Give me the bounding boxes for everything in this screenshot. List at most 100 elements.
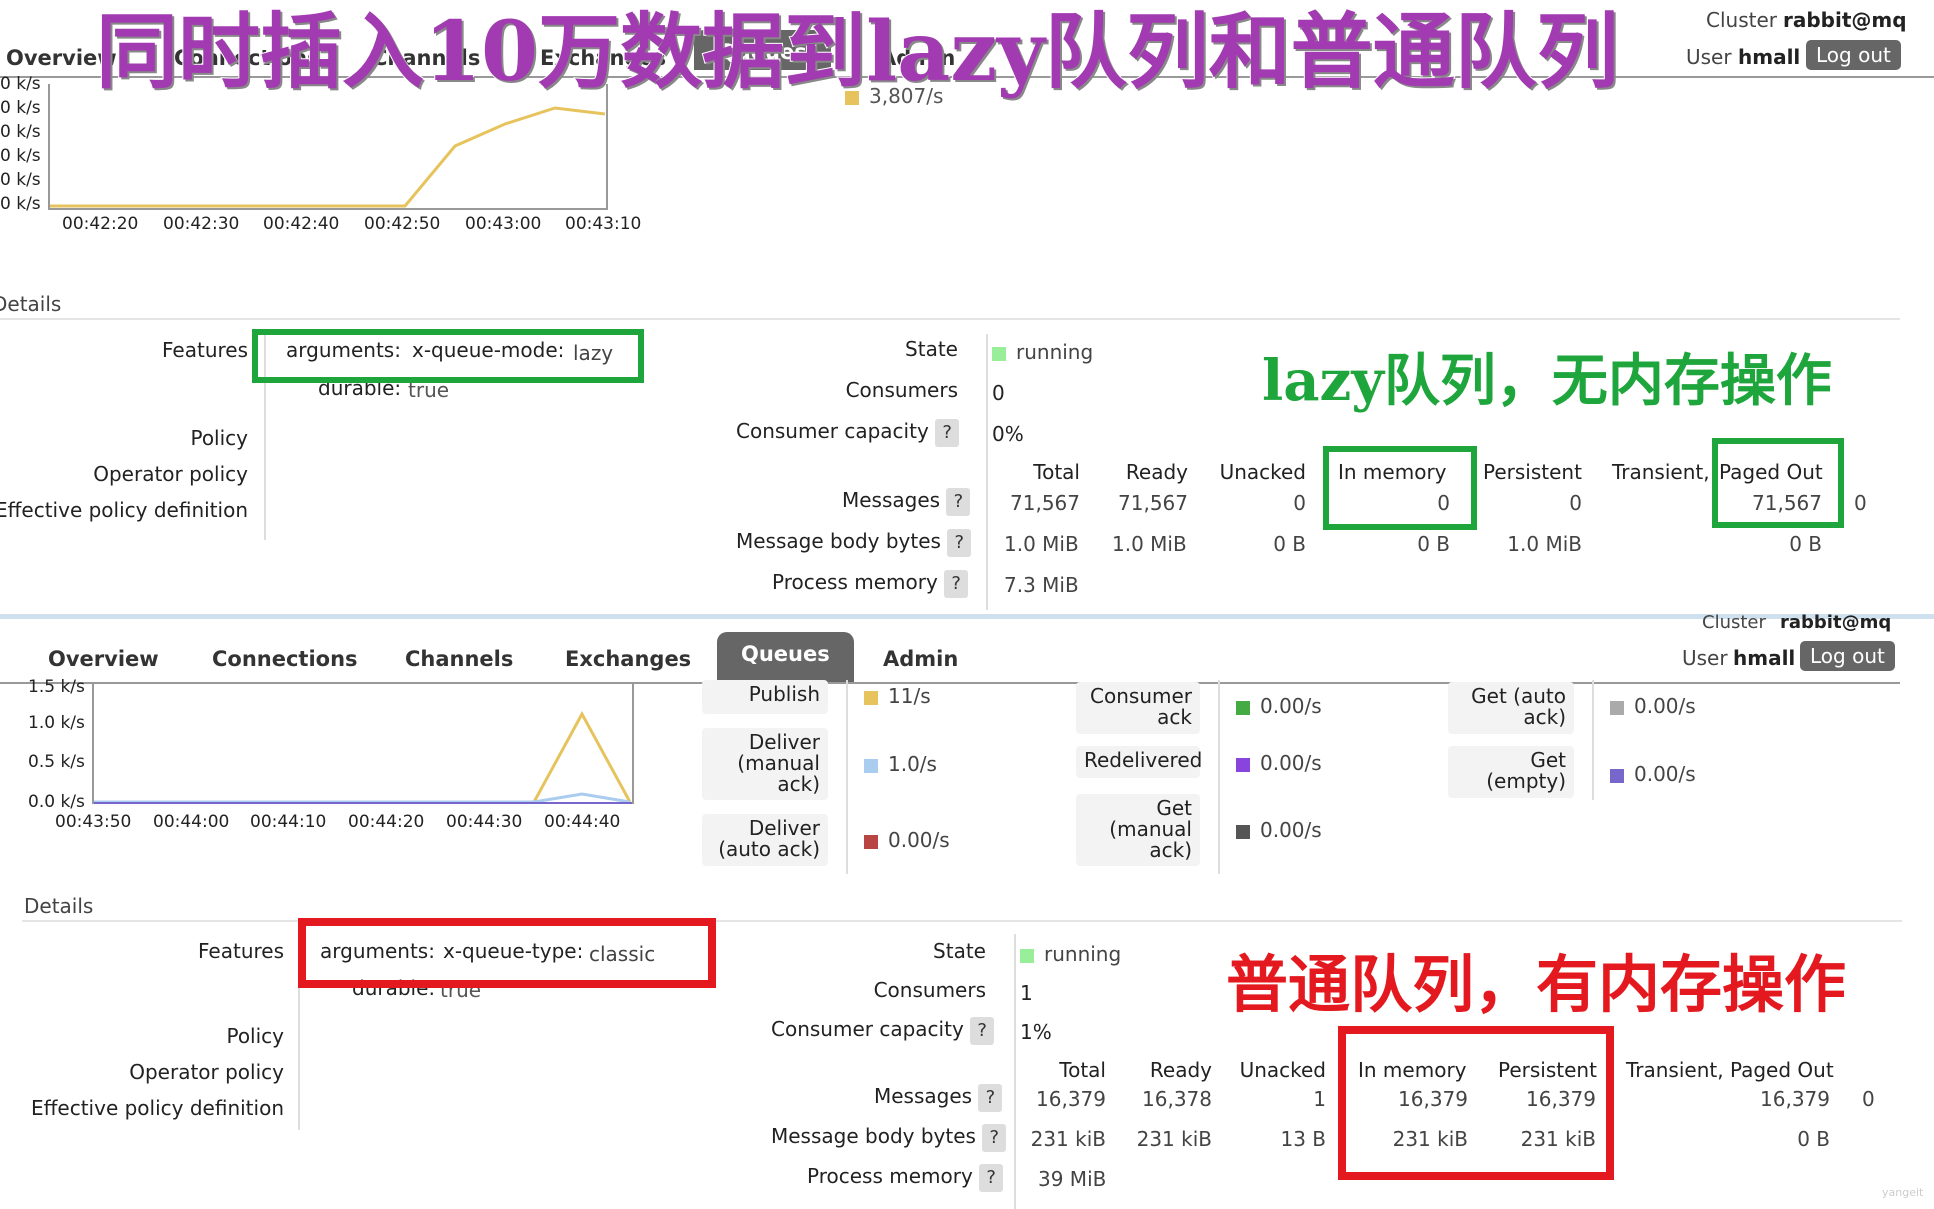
- details-heading: Details: [24, 894, 94, 918]
- x-tick: 00:43:50: [55, 812, 132, 832]
- logout-button[interactable]: Log out: [1800, 641, 1895, 671]
- state-value: running: [992, 340, 1093, 364]
- help-icon[interactable]: ?: [947, 529, 972, 557]
- msg-unacked: 0: [1293, 491, 1306, 515]
- capacity-label: Consumer capacity ?: [736, 419, 960, 447]
- msg-unacked: 1: [1313, 1087, 1326, 1111]
- y-tick: 1.0 k/s: [28, 713, 85, 733]
- memory-persistent-highlight: [1338, 1026, 1614, 1180]
- y-tick: 0 k/s: [0, 74, 41, 94]
- rate-deliver-auto-value: 0.00/s: [864, 828, 950, 852]
- y-tick: 0 k/s: [0, 170, 41, 190]
- msg-persistent: 0: [1569, 491, 1582, 515]
- col-ready: Ready: [1149, 1058, 1212, 1082]
- y-tick: 0.5 k/s: [28, 752, 85, 772]
- operator-policy-label: Operator policy: [129, 1060, 284, 1084]
- effective-policy-label: Effective policy definition: [0, 498, 248, 522]
- rate-get-auto-label: Get (auto ack): [1448, 682, 1574, 734]
- bytes-ready: 231 kiB: [1136, 1127, 1212, 1151]
- process-memory-label: Process memory ?: [807, 1164, 1004, 1192]
- x-tick: 00:43:00: [465, 214, 542, 234]
- y-tick: 0 k/s: [0, 98, 41, 118]
- arguments-highlight: [298, 918, 716, 988]
- y-tick: 0 k/s: [0, 146, 41, 166]
- y-tick: 0 k/s: [0, 194, 41, 214]
- process-memory-label: Process memory ?: [772, 570, 969, 598]
- bytes-ready: 1.0 MiB: [1112, 532, 1187, 556]
- help-icon[interactable]: ?: [982, 1124, 1007, 1152]
- x-tick: 00:44:00: [153, 812, 230, 832]
- paged-out-highlight: [1712, 438, 1844, 528]
- x-tick: 00:42:20: [62, 214, 139, 234]
- col-total: Total: [1059, 1058, 1106, 1082]
- rate-redelivered-label: Redelivered: [1076, 746, 1202, 778]
- capacity-label: Consumer capacity ?: [771, 1017, 995, 1045]
- col-unacked: Unacked: [1239, 1058, 1326, 1082]
- help-icon[interactable]: ?: [944, 570, 969, 598]
- msg-total: 16,379: [1036, 1087, 1106, 1111]
- msg-transient: 0: [1854, 491, 1867, 515]
- bytes-paged-out: 0 B: [1789, 532, 1822, 556]
- nav-queues[interactable]: Queues: [717, 632, 854, 684]
- bytes-total: 1.0 MiB: [1004, 532, 1079, 556]
- x-tick: 00:42:30: [163, 214, 240, 234]
- help-icon[interactable]: ?: [979, 1164, 1004, 1192]
- messages-label: Messages ?: [842, 488, 971, 516]
- nav-admin[interactable]: Admin: [883, 647, 958, 671]
- y-tick: 0.0 k/s: [28, 792, 85, 812]
- help-icon[interactable]: ?: [970, 1017, 995, 1045]
- in-memory-highlight: [1323, 446, 1477, 530]
- cluster-label: Cluster: [1702, 612, 1766, 633]
- process-memory-value: 7.3 MiB: [1004, 573, 1079, 597]
- help-icon[interactable]: ?: [978, 1084, 1003, 1112]
- x-tick: 00:44:30: [446, 812, 523, 832]
- bottom-chart-lines: [94, 710, 632, 804]
- overlay-title: 同时插入10万数据到lazy队列和普通队列: [95, 3, 1620, 101]
- col-unacked: Unacked: [1219, 460, 1306, 484]
- x-tick: 00:44:10: [250, 812, 327, 832]
- consumers-label: Consumers: [845, 378, 958, 402]
- col-transient-paged-out: Transient, Paged Out: [1626, 1058, 1834, 1082]
- features-label: Features: [198, 939, 284, 963]
- bytes-total: 231 kiB: [1030, 1127, 1106, 1151]
- rate-get-auto-value: 0.00/s: [1610, 694, 1696, 718]
- bytes-unacked: 13 B: [1280, 1127, 1326, 1151]
- user-name: hmall: [1733, 646, 1796, 670]
- features-label: Features: [162, 338, 248, 362]
- col-transient: Transient,: [1612, 460, 1710, 484]
- rate-deliver-auto-label: Deliver (auto ack): [702, 814, 828, 866]
- rate-get-manual-value: 0.00/s: [1236, 818, 1322, 842]
- rate-redelivered-value: 0.00/s: [1236, 751, 1322, 775]
- consumers-label: Consumers: [873, 978, 986, 1002]
- state-label: State: [933, 939, 986, 963]
- col-persistent: Persistent: [1483, 460, 1582, 484]
- rate-get-manual-label: Get (manual ack): [1076, 794, 1200, 866]
- rate-deliver-manual-label: Deliver (manual ack): [702, 728, 828, 800]
- rate-get-empty-label: Get (empty): [1448, 746, 1574, 798]
- msg-total: 71,567: [1010, 491, 1080, 515]
- col-ready: Ready: [1125, 460, 1188, 484]
- x-tick: 00:43:10: [565, 214, 642, 234]
- msg-paged-out: 16,379: [1760, 1087, 1830, 1111]
- body-bytes-label: Message body bytes ?: [771, 1124, 1007, 1152]
- x-tick: 00:42:50: [364, 214, 441, 234]
- rate-consumer-ack-value: 0.00/s: [1236, 694, 1322, 718]
- lazy-annotation: lazy队列，无内存操作: [1261, 347, 1832, 415]
- bytes-in-memory: 0 B: [1417, 532, 1450, 556]
- y-tick: 0 k/s: [0, 122, 41, 142]
- help-icon[interactable]: ?: [935, 419, 960, 447]
- messages-label: Messages ?: [874, 1084, 1003, 1112]
- rate-deliver-manual-value: 1.0/s: [864, 752, 937, 776]
- y-tick: 1.5 k/s: [28, 677, 85, 697]
- effective-policy-label: Effective policy definition: [31, 1096, 284, 1120]
- help-icon[interactable]: ?: [946, 488, 971, 516]
- policy-label: Policy: [190, 426, 248, 450]
- rate-get-empty-value: 0.00/s: [1610, 762, 1696, 786]
- classic-annotation: 普通队列，有内存操作: [1225, 947, 1847, 1022]
- consumers-value: 1: [1020, 981, 1033, 1005]
- msg-ready: 16,378: [1142, 1087, 1212, 1111]
- bytes-persistent: 1.0 MiB: [1507, 532, 1582, 556]
- consumers-value: 0: [992, 381, 1005, 405]
- bytes-unacked: 0 B: [1273, 532, 1306, 556]
- process-memory-value: 39 MiB: [1038, 1167, 1107, 1191]
